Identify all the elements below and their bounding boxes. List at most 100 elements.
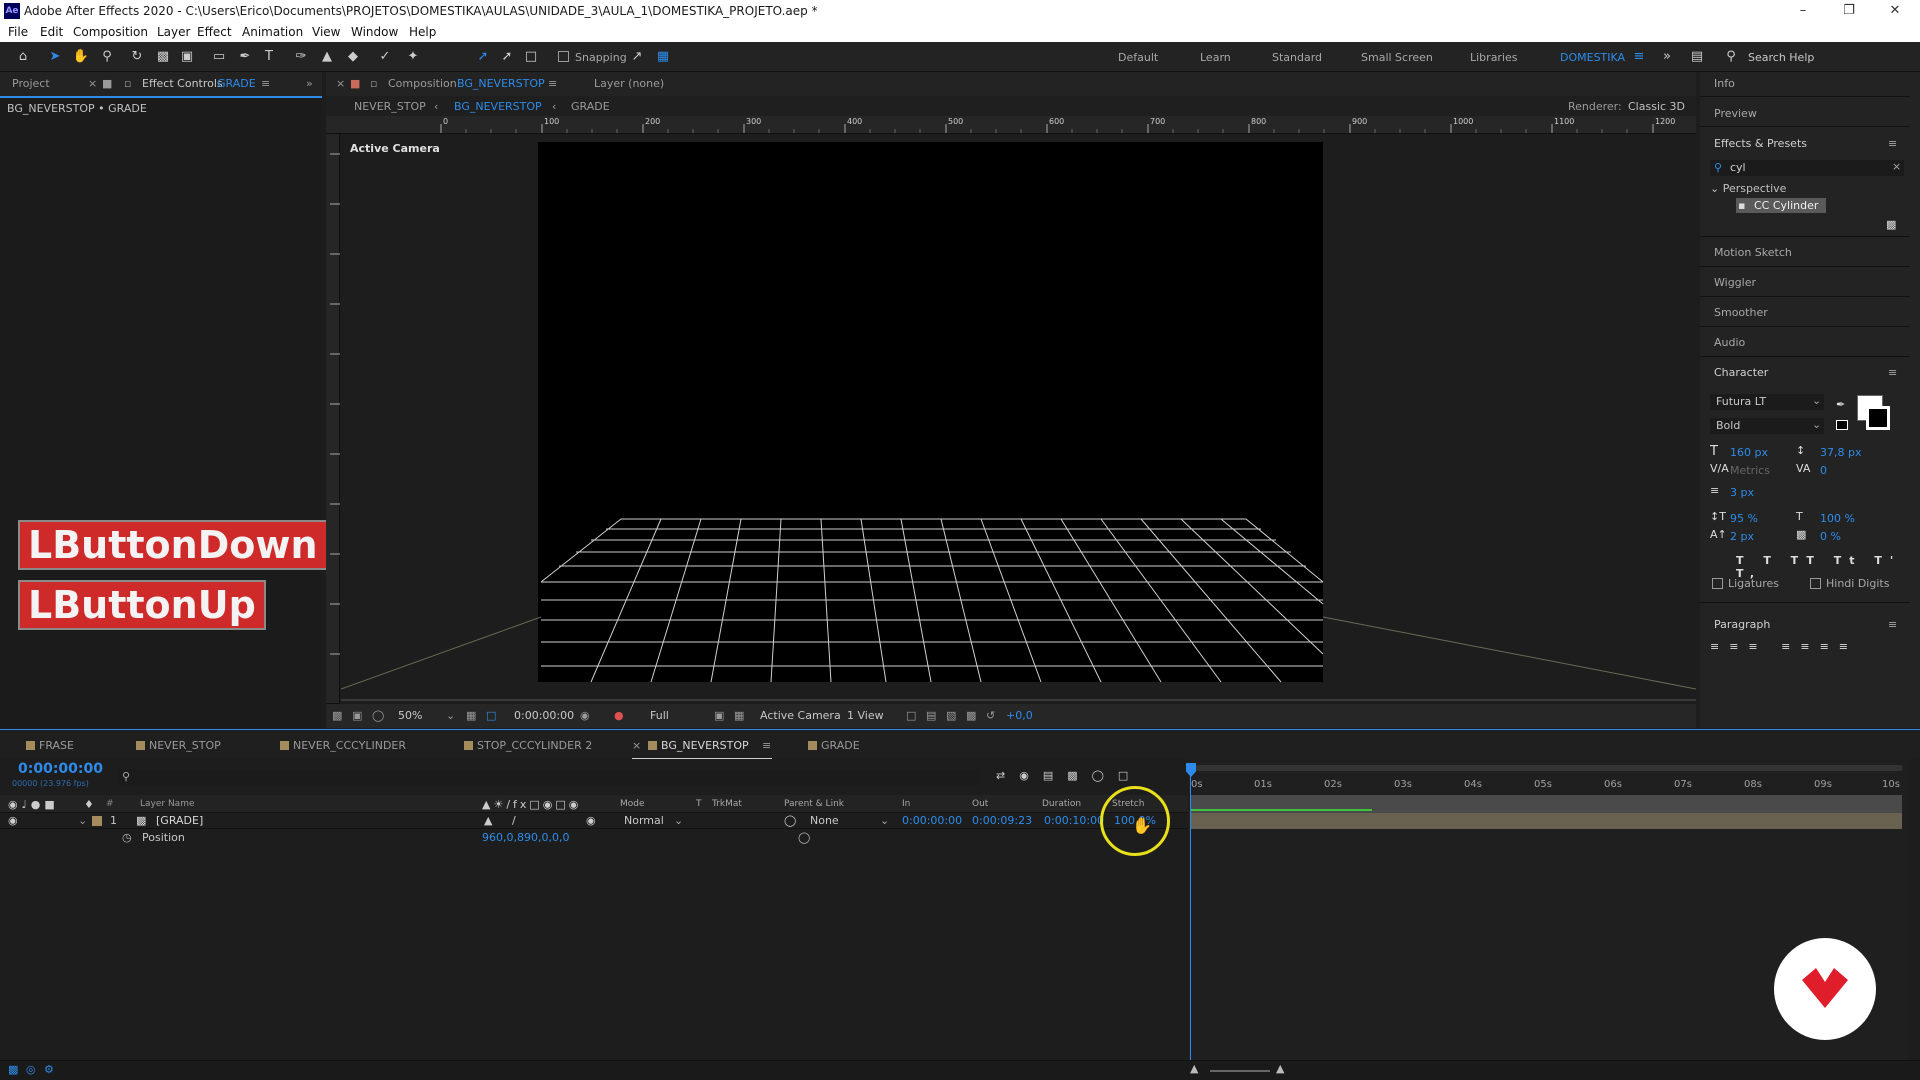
paragraph-align-buttons[interactable]: ≡≡≡ ≡≡≡≡ xyxy=(1710,640,1858,653)
expand-panels-icon[interactable]: » xyxy=(306,77,313,90)
camera-tool-icon[interactable]: ▩ xyxy=(154,48,172,66)
axis-local-icon[interactable]: ➚ xyxy=(474,48,492,66)
layer-search-input[interactable]: ⚲ xyxy=(118,769,980,785)
new-bin-icon[interactable]: ▩ xyxy=(1886,218,1896,231)
always-preview-icon[interactable]: ▩ xyxy=(332,709,342,722)
fit-icon[interactable]: ▦ xyxy=(466,709,476,722)
menu-file[interactable]: File xyxy=(8,25,28,39)
channels-icon[interactable]: ● xyxy=(614,709,624,722)
workspace-standard[interactable]: Standard xyxy=(1272,51,1322,64)
visibility-eye-icon[interactable]: ◉ xyxy=(8,814,18,827)
timeline-panel-menu-icon[interactable]: ≡ xyxy=(762,739,771,752)
pan-behind-tool-icon[interactable]: ▣ xyxy=(178,48,196,66)
view-layout-dropdown[interactable]: 1 View xyxy=(847,709,884,722)
timeline-switches-icons[interactable]: ⇄◉▤▩◯□ xyxy=(996,769,1142,782)
tab-composition-bg-neverstop[interactable]: BG_NEVERSTOP xyxy=(457,77,545,90)
panel-menu-icon[interactable]: ≡ xyxy=(261,77,270,90)
baseline-shift-value[interactable]: 2 px xyxy=(1730,530,1754,543)
zoom-tool-icon[interactable]: ⚲ xyxy=(98,48,116,66)
axis-world-icon[interactable]: ➚ xyxy=(498,48,516,66)
region-of-interest-icon[interactable]: ▣ xyxy=(714,709,724,722)
zoom-dropdown[interactable]: 50% xyxy=(398,709,422,722)
layer-duration-bar[interactable] xyxy=(1190,813,1902,829)
character-panel-menu-icon[interactable]: ≡ xyxy=(1888,366,1897,379)
comp-lock-icon[interactable]: ▫ xyxy=(370,77,377,90)
close-tab-icon[interactable]: × xyxy=(632,739,641,752)
transparency-grid-icon[interactable]: ▦ xyxy=(734,709,744,722)
toggle-in-out-icon[interactable]: ⚙ xyxy=(44,1063,54,1076)
column-mode[interactable]: Mode xyxy=(620,799,645,809)
zoom-slider[interactable] xyxy=(1210,1070,1270,1072)
layer-duration[interactable]: 0:00:10:00 xyxy=(1044,814,1104,827)
ligatures-checkbox[interactable] xyxy=(1712,578,1723,589)
pick-whip-icon[interactable]: ◯ xyxy=(784,814,796,827)
parent-dropdown[interactable]: None xyxy=(810,814,839,827)
clear-search-icon[interactable]: × xyxy=(1892,160,1901,173)
zoom-in-icon[interactable]: ▲ xyxy=(1276,1062,1284,1075)
lock-toggle-icon[interactable]: ▫ xyxy=(124,77,131,90)
layer-name[interactable]: [GRADE] xyxy=(156,814,203,827)
tab-never-stop[interactable]: NEVER_STOP xyxy=(136,739,221,752)
rotate-tool-icon[interactable]: ↻ xyxy=(128,48,146,66)
category-perspective[interactable]: ⌄ Perspective xyxy=(1710,182,1786,195)
rectangle-tool-icon[interactable]: ▭ xyxy=(210,48,228,66)
workspace-domestika[interactable]: DOMESTIKA xyxy=(1560,51,1625,64)
paragraph-panel-tab[interactable]: Paragraph xyxy=(1714,618,1770,631)
selection-tool-icon[interactable]: ➤ xyxy=(46,48,64,66)
smoother-panel-tab[interactable]: Smoother xyxy=(1714,306,1768,319)
black-swatch[interactable] xyxy=(1836,420,1848,430)
comp-tab-prefix[interactable]: Composition xyxy=(388,77,457,90)
column-parent-link[interactable]: Parent & Link xyxy=(784,799,844,809)
lock-icon[interactable]: ■ xyxy=(102,77,112,90)
camera-view-dropdown[interactable]: Active Camera xyxy=(760,709,841,722)
workspace-menu-icon[interactable]: ≡ xyxy=(1630,48,1648,66)
layer-label-color[interactable] xyxy=(92,816,102,826)
brush-tool-icon[interactable]: ✑ xyxy=(292,48,310,66)
character-panel-tab[interactable]: Character xyxy=(1714,366,1768,379)
effects-presets-panel-tab[interactable]: Effects & Presets xyxy=(1714,137,1807,150)
horizontal-scale-value[interactable]: 100 % xyxy=(1820,512,1855,525)
menu-edit[interactable]: Edit xyxy=(40,25,63,39)
hand-tool-icon[interactable]: ✋ xyxy=(72,48,90,66)
menu-layer[interactable]: Layer xyxy=(157,25,190,39)
roto-brush-tool-icon[interactable]: ✓ xyxy=(376,48,394,66)
menu-effect[interactable]: Effect xyxy=(197,25,232,39)
tracking-value[interactable]: 0 xyxy=(1820,464,1827,477)
menu-composition[interactable]: Composition xyxy=(73,25,148,39)
resolution-dropdown[interactable]: Full xyxy=(650,709,669,722)
column-t[interactable]: T xyxy=(696,799,702,809)
close-icon[interactable]: ✕ xyxy=(1872,0,1918,22)
stroke-width-value[interactable]: 3 px xyxy=(1730,486,1754,499)
toggle-pixel-aspect-icon[interactable]: □ xyxy=(906,709,916,722)
menu-help[interactable]: Help xyxy=(409,25,436,39)
menu-animation[interactable]: Animation xyxy=(242,25,303,39)
effect-controls-target[interactable]: GRADE xyxy=(217,77,256,90)
paragraph-panel-menu-icon[interactable]: ≡ xyxy=(1888,618,1897,631)
current-time-indicator[interactable] xyxy=(1186,763,1196,777)
stopwatch-icon[interactable]: ◷ xyxy=(122,831,132,844)
expand-arrow-icon[interactable]: ⌄ xyxy=(78,814,87,827)
type-tool-icon[interactable]: T xyxy=(260,48,278,66)
eyedropper-icon[interactable]: ✒ xyxy=(1836,398,1845,411)
current-time-display[interactable]: 0:00:00:00 xyxy=(18,761,103,777)
sync-settings-icon[interactable]: ▤ xyxy=(1688,48,1706,66)
zoom-out-icon[interactable]: ▲ xyxy=(1190,1062,1198,1075)
eraser-tool-icon[interactable]: ◆ xyxy=(344,48,362,66)
column-in[interactable]: In xyxy=(902,799,910,809)
search-help-field[interactable]: Search Help xyxy=(1748,51,1814,64)
toggle-modes-icon[interactable]: ◎ xyxy=(26,1063,36,1076)
workspace-default[interactable]: Default xyxy=(1118,51,1158,64)
tsume-value[interactable]: 0 % xyxy=(1820,530,1841,543)
menu-window[interactable]: Window xyxy=(351,25,398,39)
home-icon[interactable]: ⌂ xyxy=(14,48,32,66)
fast-previews-icon[interactable]: ▤ xyxy=(926,709,936,722)
motion-sketch-panel-tab[interactable]: Motion Sketch xyxy=(1714,246,1792,259)
workspace-libraries[interactable]: Libraries xyxy=(1470,51,1518,64)
font-style-dropdown[interactable]: Bold xyxy=(1710,418,1824,434)
maximize-icon[interactable]: ❐ xyxy=(1826,0,1872,22)
effects-panel-menu-icon[interactable]: ≡ xyxy=(1888,137,1897,150)
property-pick-whip-icon[interactable]: ◯ xyxy=(798,831,810,844)
chevron-down-icon[interactable]: ⌄ xyxy=(446,709,455,722)
font-size-value[interactable]: 160 px xyxy=(1730,446,1768,459)
quality-switch-icon[interactable]: / xyxy=(512,814,516,827)
